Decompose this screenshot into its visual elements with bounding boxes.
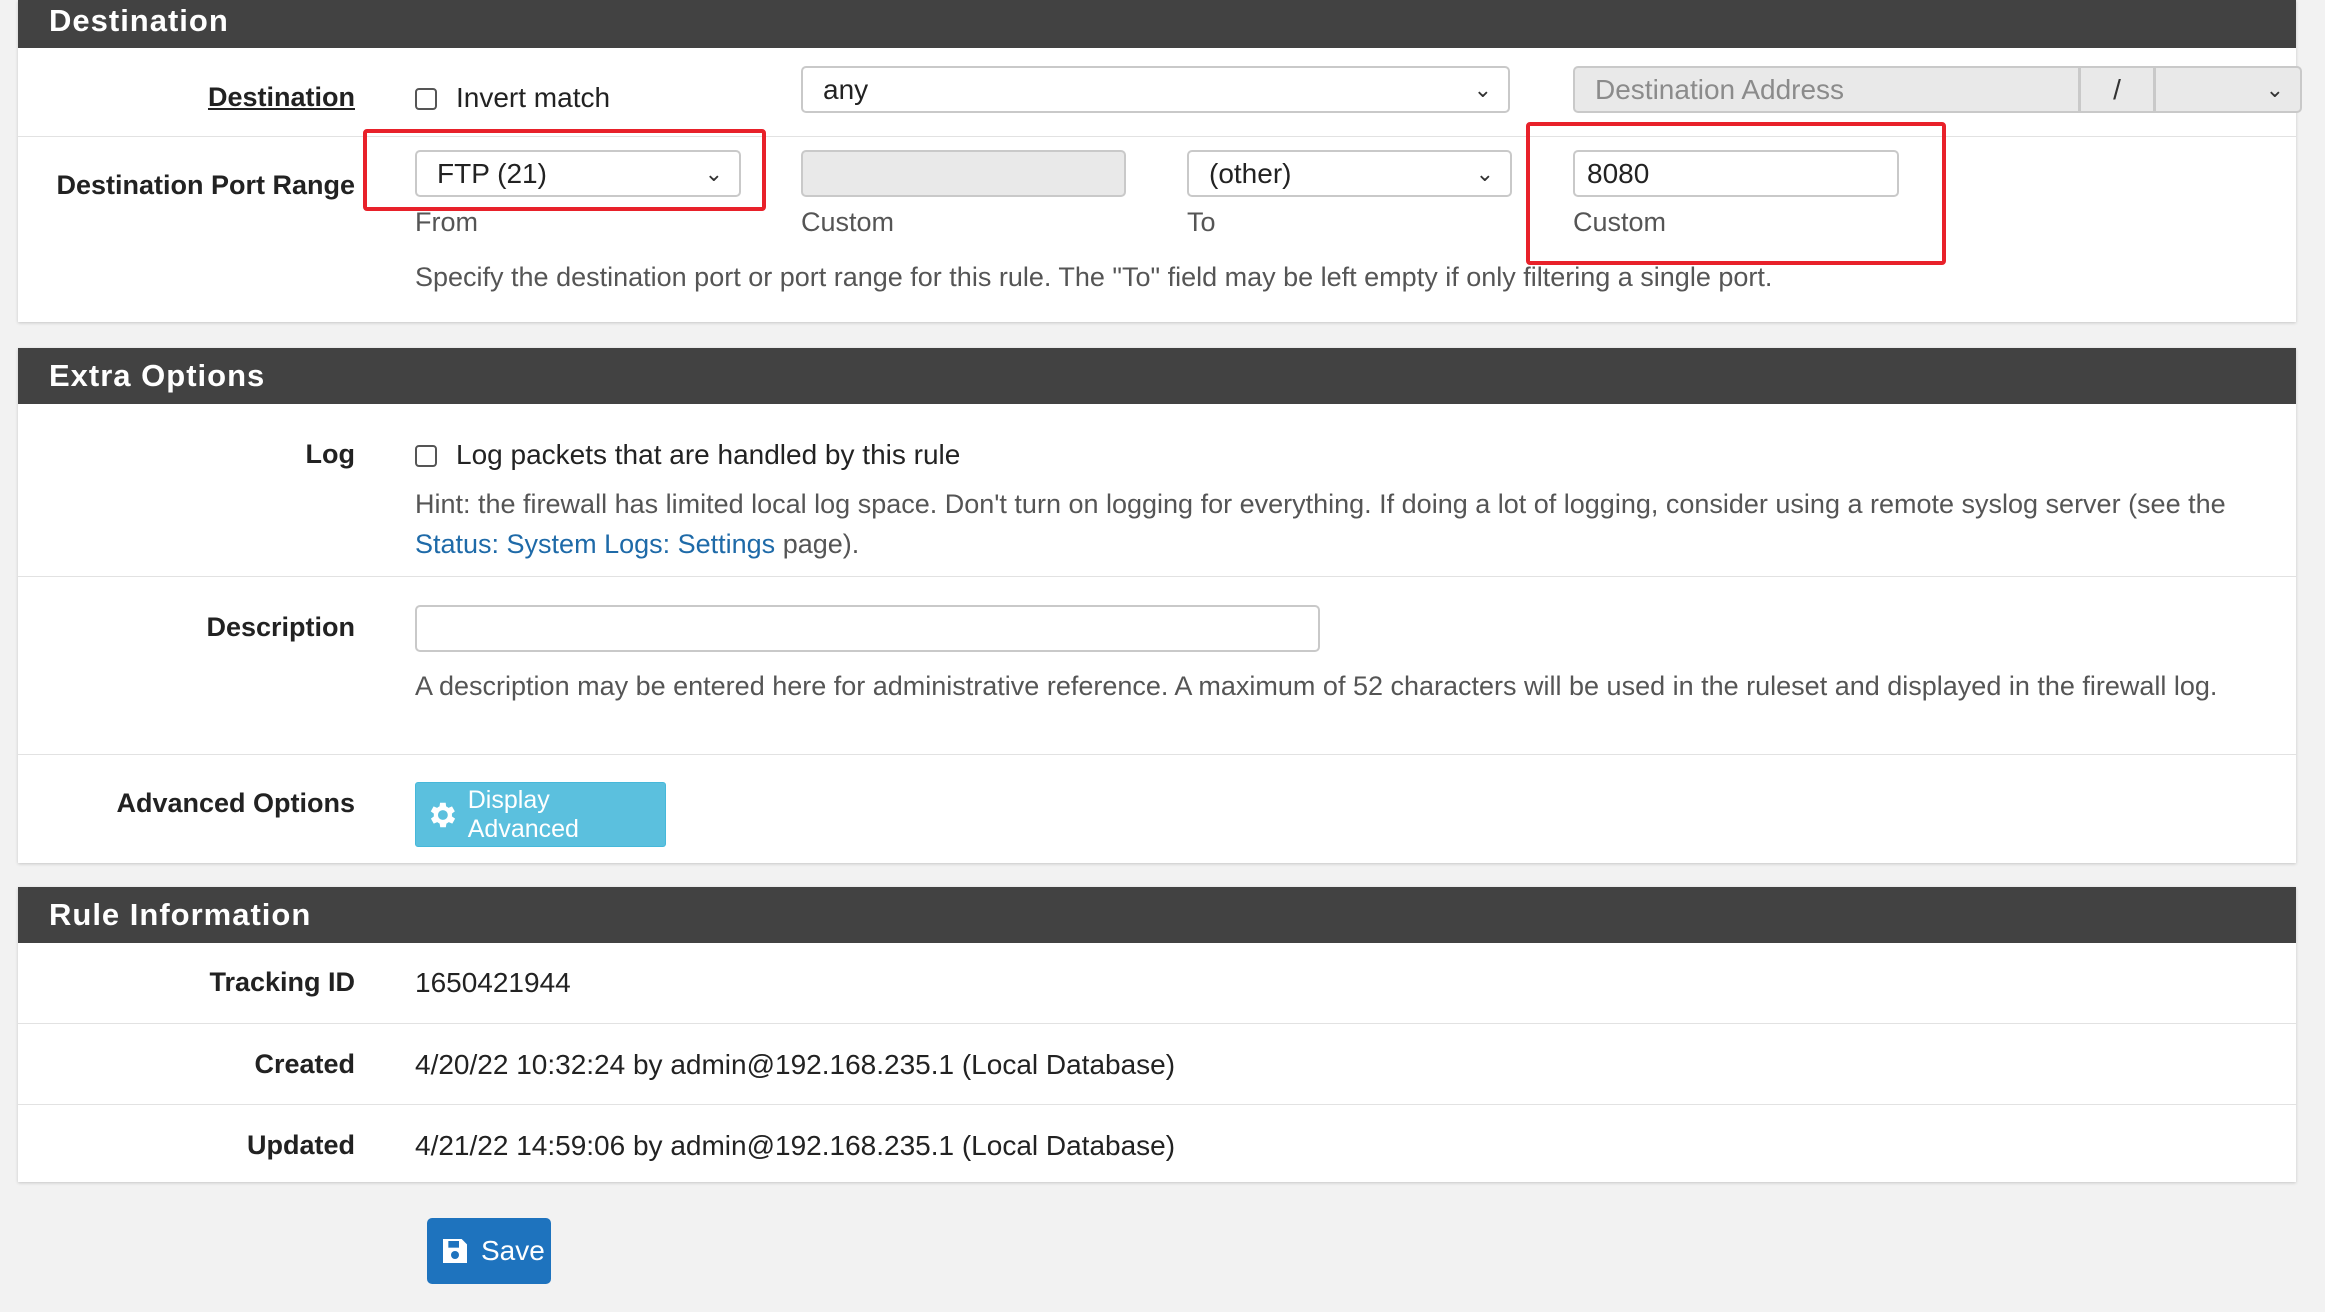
description-help: A description may be entered here for ad… (415, 671, 2218, 701)
tracking-id-label: Tracking ID (209, 967, 355, 997)
from-label: From (415, 207, 478, 237)
display-advanced-button[interactable]: Display Advanced (415, 782, 666, 847)
log-hint: Hint: the firewall has limited local log… (415, 484, 2275, 564)
chevron-down-icon: ⌄ (1475, 161, 1494, 186)
created-label: Created (254, 1049, 355, 1079)
from-custom-port-input[interactable] (801, 150, 1126, 197)
system-logs-settings-link[interactable]: Status: System Logs: Settings (415, 529, 775, 559)
extra-options-panel-title: Extra Options (18, 348, 2296, 404)
description-input[interactable] (415, 605, 1320, 652)
log-checkbox[interactable] (415, 445, 437, 467)
log-hint-text: Hint: the firewall has limited local log… (415, 489, 2226, 519)
rule-information-panel: Rule Information Tracking ID 1650421944 … (18, 887, 2296, 1182)
updated-value: 4/21/22 14:59:06 by admin@192.168.235.1 … (415, 1130, 1176, 1161)
destination-panel: Destination Destination Invert match any… (18, 0, 2302, 322)
destination-row: Destination Invert match any ⌄ Destinati… (18, 48, 2302, 137)
updated-row: Updated 4/21/22 14:59:06 by admin@192.16… (18, 1105, 2296, 1184)
invert-match-checkbox[interactable] (415, 88, 437, 110)
advanced-options-label: Advanced Options (116, 788, 355, 818)
to-port-select[interactable]: (other) ⌄ (1187, 150, 1512, 197)
gear-icon (430, 802, 456, 827)
description-row: Description A description may be entered… (18, 577, 2296, 755)
chevron-down-icon: ⌄ (2265, 77, 2284, 102)
from-custom-label: Custom (801, 207, 895, 237)
updated-label: Updated (247, 1130, 355, 1160)
advanced-options-row: Advanced Options Display Advanced (18, 755, 2296, 863)
destination-address-input[interactable]: Destination Address (1573, 66, 2080, 113)
port-range-row: Destination Port Range FTP (21) ⌄ From C… (18, 137, 2296, 322)
to-port-value: (other) (1209, 158, 1292, 189)
destination-type-select[interactable]: any ⌄ (801, 66, 1510, 113)
chevron-down-icon: ⌄ (1473, 77, 1492, 102)
destination-label[interactable]: Destination (208, 82, 355, 113)
tracking-id-row: Tracking ID 1650421944 (18, 943, 2296, 1024)
save-icon (443, 1239, 467, 1263)
extra-options-panel: Extra Options Log Log packets that are h… (18, 348, 2296, 863)
port-range-help: Specify the destination port or port ran… (415, 262, 1773, 292)
rule-information-panel-title: Rule Information (18, 887, 2296, 943)
invert-match-label[interactable]: Invert match (456, 82, 610, 114)
created-row: Created 4/20/22 10:32:24 by admin@192.16… (18, 1024, 2296, 1105)
description-label: Description (206, 612, 355, 642)
tracking-id-value: 1650421944 (415, 967, 571, 998)
chevron-down-icon: ⌄ (704, 161, 723, 186)
destination-panel-title: Destination (18, 0, 2296, 48)
log-row: Log Log packets that are handled by this… (18, 404, 2296, 577)
save-label: Save (481, 1235, 545, 1266)
from-port-value: FTP (21) (437, 158, 547, 189)
to-custom-label: Custom (1573, 207, 1667, 237)
log-hint-suffix: page). (775, 529, 860, 559)
log-label: Log (305, 439, 355, 469)
from-port-select[interactable]: FTP (21) ⌄ (415, 150, 741, 197)
created-value: 4/20/22 10:32:24 by admin@192.168.235.1 … (415, 1049, 1176, 1080)
destination-mask-select[interactable]: ⌄ (2154, 66, 2302, 113)
to-custom-port-input[interactable]: 8080 (1573, 150, 1899, 197)
port-range-label: Destination Port Range (56, 170, 355, 200)
log-checkbox-label[interactable]: Log packets that are handled by this rul… (456, 439, 960, 471)
to-label: To (1187, 207, 1216, 237)
destination-type-value: any (823, 74, 869, 105)
display-advanced-label: Display Advanced (467, 785, 579, 843)
save-button[interactable]: Save (427, 1218, 551, 1284)
address-slash-addon: / (2079, 66, 2155, 113)
